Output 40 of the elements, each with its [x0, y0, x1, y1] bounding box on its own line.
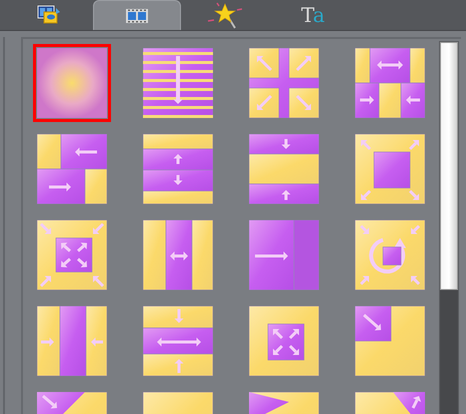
transition-icon — [249, 220, 319, 290]
text-tab-label: Ta — [301, 5, 325, 25]
transition-tile[interactable] — [36, 219, 108, 291]
transition-icon — [143, 220, 213, 290]
transition-tile[interactable] — [36, 305, 108, 377]
transition-tile[interactable] — [142, 305, 214, 377]
transition-icon — [355, 220, 425, 290]
transition-icon — [355, 134, 425, 204]
transition-icon — [143, 134, 213, 204]
transition-icon — [355, 48, 425, 118]
transition-icon — [249, 306, 319, 376]
tab[interactable]: Ta — [269, 0, 357, 30]
transition-tile[interactable] — [354, 305, 426, 377]
transition-tile[interactable] — [36, 47, 108, 119]
transition-icon — [355, 306, 425, 376]
transition-icon — [37, 134, 107, 204]
transition-tile[interactable] — [36, 133, 108, 205]
transition-tile[interactable] — [248, 47, 320, 119]
scrollbar-thumb[interactable] — [440, 42, 458, 290]
transition-tile[interactable] — [142, 47, 214, 119]
scrollbar[interactable] — [439, 41, 459, 414]
transition-tile[interactable] — [142, 133, 214, 205]
transition-icon — [143, 306, 213, 376]
transition-icon — [37, 306, 107, 376]
transition-tile[interactable] — [354, 219, 426, 291]
transition-icon — [249, 48, 319, 118]
transition-icon — [249, 134, 319, 204]
transition-icon — [143, 48, 213, 118]
transition-tile[interactable] — [142, 219, 214, 291]
magic-wand-star-icon — [207, 1, 243, 29]
film-photo-icon — [37, 5, 61, 25]
transition-tile[interactable] — [354, 133, 426, 205]
transition-icon — [37, 220, 107, 290]
film-strip-icon — [126, 8, 148, 22]
transition-tile[interactable] — [248, 219, 320, 291]
transition-tile[interactable] — [248, 305, 320, 377]
transition-tile[interactable] — [354, 47, 426, 119]
tab[interactable] — [93, 0, 181, 30]
transition-tile[interactable] — [248, 133, 320, 205]
transition-icon — [37, 48, 107, 118]
